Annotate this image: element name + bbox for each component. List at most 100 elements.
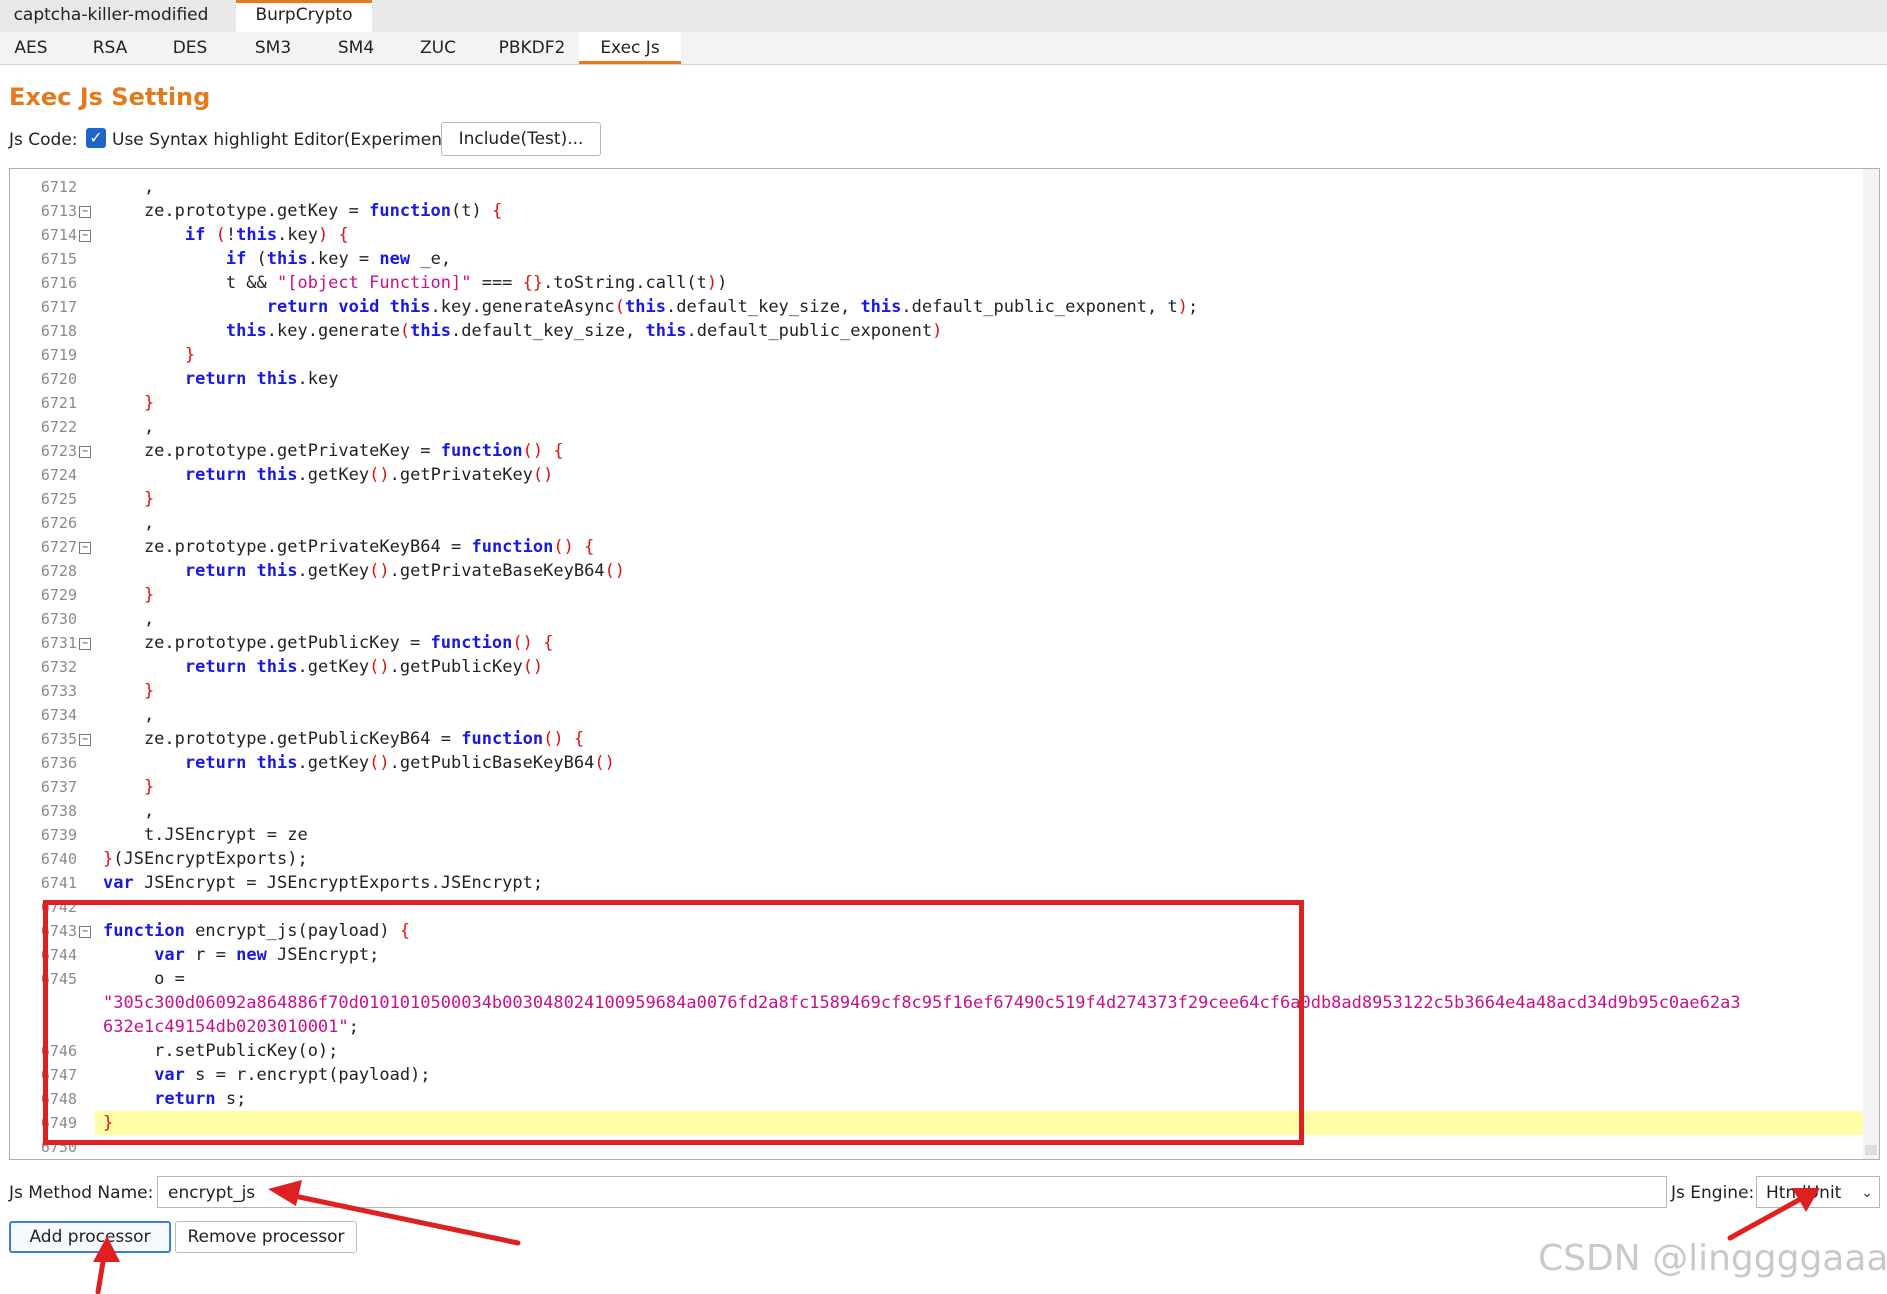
code-token: () — [543, 729, 564, 749]
code-token: ze.prototype.getPrivateKey = — [103, 441, 441, 461]
code-token: .getKey — [297, 465, 370, 485]
code-token: .default_key_size, — [665, 297, 861, 317]
code-token: if — [225, 249, 247, 269]
code-line[interactable]: , — [103, 511, 154, 535]
code-token: var — [103, 873, 134, 893]
tab-pbkdf2[interactable]: PBKDF2 — [484, 32, 580, 64]
code-line[interactable]: }(JSEncryptExports); — [103, 847, 308, 871]
code-token: () — [604, 561, 626, 581]
code-line[interactable]: } — [103, 343, 195, 367]
tab-rsa[interactable]: RSA — [77, 32, 143, 64]
code-token: if — [184, 225, 206, 245]
code-token: this — [225, 321, 267, 341]
js-engine-select[interactable]: HtmlUnit ⌄ — [1756, 1176, 1880, 1208]
fold-toggle-icon[interactable]: − — [79, 230, 91, 242]
code-token: () — [369, 561, 390, 581]
code-line[interactable]: return this.getKey().getPublicKey() — [103, 655, 543, 679]
code-token: t.JSEncrypt = ze — [103, 825, 308, 845]
code-line[interactable]: , — [103, 175, 154, 199]
code-line[interactable]: ze.prototype.getPrivateKeyB64 = function… — [103, 535, 594, 559]
code-line[interactable]: } — [103, 775, 154, 799]
code-line[interactable]: } — [103, 391, 154, 415]
line-number: 6720 — [10, 367, 90, 391]
code-line[interactable]: ze.prototype.getPublicKeyB64 = function(… — [103, 727, 584, 751]
code-token: } — [143, 777, 155, 797]
line-number-text: 6729 — [40, 586, 77, 604]
code-line[interactable]: } — [103, 583, 154, 607]
add-processor-button[interactable]: Add processor — [9, 1221, 171, 1253]
syntax-highlight-checkbox[interactable]: ✓ — [86, 128, 106, 148]
line-number-text: 6713 — [40, 202, 77, 220]
js-method-name-input[interactable]: encrypt_js — [157, 1176, 1667, 1208]
code-token: JSEncrypt = JSEncryptExports.JSEncrypt; — [133, 873, 544, 893]
code-line[interactable]: t.JSEncrypt = ze — [103, 823, 308, 847]
code-token: () — [512, 633, 533, 653]
code-token: this — [645, 321, 687, 341]
fold-toggle-icon[interactable]: − — [79, 638, 91, 650]
line-number-text: 6715 — [40, 250, 77, 268]
code-line[interactable]: if (!this.key) { — [103, 223, 349, 247]
line-number: 6723− — [10, 439, 91, 463]
code-line[interactable]: , — [103, 799, 154, 823]
tab-des[interactable]: DES — [157, 32, 223, 64]
code-line[interactable]: ze.prototype.getPublicKey = function() { — [103, 631, 553, 655]
code-token: return this — [184, 465, 298, 485]
fold-toggle-icon[interactable]: − — [79, 734, 91, 746]
scrollbar-thumb[interactable] — [1865, 1145, 1877, 1155]
line-number: 6729 — [10, 583, 90, 607]
syntax-highlight-label[interactable]: Use Syntax highlight Editor(Experiment) — [112, 124, 455, 156]
code-line[interactable]: , — [103, 703, 154, 727]
code-line[interactable]: } — [103, 679, 154, 703]
code-line[interactable]: ze.prototype.getPrivateKey = function() … — [103, 439, 564, 463]
line-number-text: 6722 — [40, 418, 77, 436]
code-token: this — [860, 297, 902, 317]
tab-captcha-killer-modified[interactable]: captcha-killer-modified — [0, 0, 222, 32]
code-token: () — [522, 657, 544, 677]
code-token: this — [625, 297, 666, 317]
code-line[interactable]: if (this.key = new _e, — [103, 247, 451, 271]
code-line[interactable]: ze.prototype.getKey = function(t) { — [103, 199, 502, 223]
code-token: () — [522, 441, 544, 461]
code-line[interactable]: return void this.key.generateAsync(this.… — [103, 295, 1198, 319]
plugin-tab-bar: captcha-killer-modified BurpCrypto — [0, 0, 1887, 35]
code-token: .key — [277, 225, 319, 245]
code-line[interactable]: return this.getKey().getPrivateKey() — [103, 463, 554, 487]
line-number-text: 6712 — [40, 178, 77, 196]
tab-zuc[interactable]: ZUC — [402, 32, 474, 64]
js-code-label: Js Code: — [9, 130, 78, 150]
code-line[interactable]: return this.getKey().getPrivateBaseKeyB6… — [103, 559, 625, 583]
code-token: {} — [522, 273, 544, 293]
line-number-text: 6727 — [40, 538, 77, 556]
include-test-button[interactable]: Include(Test)... — [441, 122, 601, 156]
code-line[interactable]: return this.getKey().getPublicBaseKeyB64… — [103, 751, 615, 775]
code-line[interactable]: var JSEncrypt = JSEncryptExports.JSEncry… — [103, 871, 543, 895]
editor-scrollbar[interactable] — [1863, 169, 1879, 1159]
code-token: .getKey — [297, 753, 370, 773]
line-number: 6731− — [10, 631, 91, 655]
tab-sm3[interactable]: SM3 — [238, 32, 308, 64]
remove-processor-button[interactable]: Remove processor — [175, 1221, 357, 1253]
tab-aes[interactable]: AES — [0, 32, 62, 64]
code-line[interactable]: , — [103, 415, 154, 439]
tab-sm4[interactable]: SM4 — [321, 32, 391, 64]
code-token: } — [143, 681, 155, 701]
code-line[interactable]: } — [103, 487, 154, 511]
code-token: this — [266, 249, 308, 269]
fold-toggle-icon[interactable]: − — [79, 206, 91, 218]
code-token: , — [103, 177, 155, 197]
code-line[interactable]: this.key.generate(this.default_key_size,… — [103, 319, 943, 343]
code-line[interactable]: , — [103, 607, 154, 631]
tab-exec-js[interactable]: Exec Js — [579, 32, 681, 64]
tab-burpcrypto[interactable]: BurpCrypto — [236, 0, 372, 35]
line-number: 6735− — [10, 727, 91, 751]
fold-toggle-icon[interactable]: − — [79, 542, 91, 554]
code-line[interactable]: return this.key — [103, 367, 339, 391]
line-number: 6728 — [10, 559, 90, 583]
code-line[interactable]: t && "[object Function]" === {}.toString… — [103, 271, 728, 295]
fold-toggle-icon[interactable]: − — [79, 446, 91, 458]
